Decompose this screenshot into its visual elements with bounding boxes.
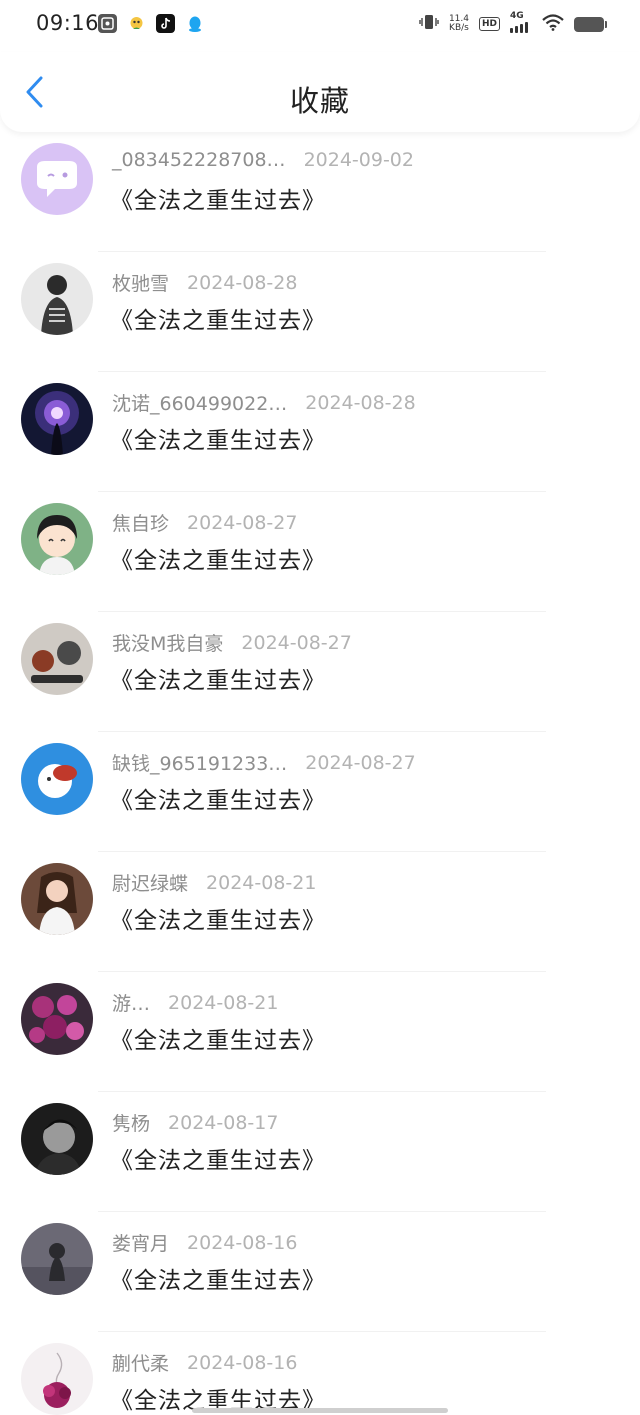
hd-badge: HD [478, 17, 500, 31]
item-meta: 蒯代柔 2024-08-16 [112, 1349, 297, 1376]
avatar[interactable] [21, 263, 93, 335]
status-time: 09:16 [36, 11, 100, 35]
date: 2024-08-16 [187, 1231, 298, 1254]
username: 缺钱_965191233… [112, 753, 288, 775]
cellular-signal-icon: 4G [510, 11, 532, 33]
avatar[interactable] [21, 983, 93, 1055]
book-title[interactable]: 《全法之重生过去》 [110, 781, 326, 815]
vibrate-icon [419, 13, 439, 35]
date: 2024-09-02 [303, 149, 414, 171]
app-header: 收藏 [0, 52, 640, 132]
item-meta: 娄宵月 2024-08-16 [112, 1229, 297, 1256]
list-item[interactable]: 尉迟绿蝶 2024-08-21 《全法之重生过去》 [0, 852, 640, 972]
book-title[interactable]: 《全法之重生过去》 [110, 421, 326, 455]
page-title: 收藏 [289, 84, 350, 118]
wifi-icon [542, 13, 564, 35]
username: 枚驰雪 [112, 273, 170, 295]
list-item[interactable]: _083452228708… 2024-09-02 《全法之重生过去》 [0, 132, 640, 252]
username: 游… [112, 993, 151, 1015]
username: _083452228708… [112, 149, 286, 171]
avatar[interactable] [21, 1103, 93, 1175]
app-notification-icon [98, 14, 117, 33]
list-item[interactable]: 焦自珍 2024-08-27 《全法之重生过去》 [0, 492, 640, 612]
avatar[interactable] [21, 743, 93, 815]
item-meta: 我没M我自豪 2024-08-27 [112, 629, 352, 656]
date: 2024-08-28 [187, 271, 298, 294]
avatar[interactable] [21, 143, 93, 215]
list-item[interactable]: 游… 2024-08-21 《全法之重生过去》 [0, 972, 640, 1092]
item-meta: 枚驰雪 2024-08-28 [112, 269, 297, 296]
list-item[interactable]: 我没M我自豪 2024-08-27 《全法之重生过去》 [0, 612, 640, 732]
list-item[interactable]: 娄宵月 2024-08-16 《全法之重生过去》 [0, 1212, 640, 1332]
book-title[interactable]: 《全法之重生过去》 [110, 901, 326, 935]
date: 2024-08-21 [168, 991, 279, 1014]
notification-icons [98, 14, 204, 33]
network-speed-unit: KB/s [449, 23, 469, 33]
tiktok-icon [156, 14, 175, 33]
item-meta: 隽杨 2024-08-17 [112, 1109, 278, 1136]
item-meta: _083452228708… 2024-09-02 [112, 149, 414, 171]
date: 2024-08-17 [168, 1111, 279, 1134]
book-title[interactable]: 《全法之重生过去》 [110, 1261, 326, 1295]
item-meta: 尉迟绿蝶 2024-08-21 [112, 869, 316, 896]
book-title[interactable]: 《全法之重生过去》 [110, 1021, 326, 1055]
list-item[interactable]: 蒯代柔 2024-08-16 《全法之重生过去》 [0, 1332, 640, 1415]
network-speed: 11.4 KB/s [449, 15, 469, 33]
username: 尉迟绿蝶 [112, 873, 189, 895]
favorites-list[interactable]: _083452228708… 2024-09-02 《全法之重生过去》 枚驰雪 … [0, 132, 640, 1415]
item-meta: 游… 2024-08-21 [112, 989, 278, 1016]
date: 2024-08-27 [305, 751, 416, 774]
book-title[interactable]: 《全法之重生过去》 [110, 181, 326, 215]
avatar[interactable] [21, 1223, 93, 1295]
home-indicator[interactable] [192, 1408, 448, 1413]
avatar[interactable] [21, 623, 93, 695]
username: 蒯代柔 [112, 1353, 170, 1375]
book-title[interactable]: 《全法之重生过去》 [110, 661, 326, 695]
list-item[interactable]: 隽杨 2024-08-17 《全法之重生过去》 [0, 1092, 640, 1212]
item-meta: 沈诺_660499022… 2024-08-28 [112, 389, 416, 416]
book-title[interactable]: 《全法之重生过去》 [110, 541, 326, 575]
username: 焦自珍 [112, 513, 170, 535]
username: 沈诺_660499022… [112, 393, 288, 415]
status-right-icons: 11.4 KB/s HD 4G [419, 11, 607, 35]
avatar[interactable] [21, 383, 93, 455]
avatar[interactable] [21, 1343, 93, 1415]
qq-icon [185, 14, 204, 33]
username: 娄宵月 [112, 1233, 170, 1255]
list-item[interactable]: 枚驰雪 2024-08-28 《全法之重生过去》 [0, 252, 640, 372]
item-meta: 焦自珍 2024-08-27 [112, 509, 297, 536]
book-title[interactable]: 《全法之重生过去》 [110, 1141, 326, 1175]
book-title[interactable]: 《全法之重生过去》 [110, 301, 326, 335]
avatar[interactable] [21, 503, 93, 575]
battery-icon [574, 16, 607, 32]
date: 2024-08-16 [187, 1351, 298, 1374]
date: 2024-08-28 [305, 391, 416, 414]
date: 2024-08-27 [187, 511, 298, 534]
status-bar: 09:16 11.4 KB/s HD 4G [0, 0, 640, 52]
date: 2024-08-27 [241, 631, 352, 654]
username: 我没M我自豪 [112, 633, 224, 655]
avatar[interactable] [21, 863, 93, 935]
network-type: 4G [510, 11, 524, 21]
list-item[interactable]: 缺钱_965191233… 2024-08-27 《全法之重生过去》 [0, 732, 640, 852]
item-meta: 缺钱_965191233… 2024-08-27 [112, 749, 416, 776]
date: 2024-08-21 [206, 871, 317, 894]
cartoon-app-icon [127, 14, 146, 33]
list-item[interactable]: 沈诺_660499022… 2024-08-28 《全法之重生过去》 [0, 372, 640, 492]
username: 隽杨 [112, 1113, 151, 1135]
